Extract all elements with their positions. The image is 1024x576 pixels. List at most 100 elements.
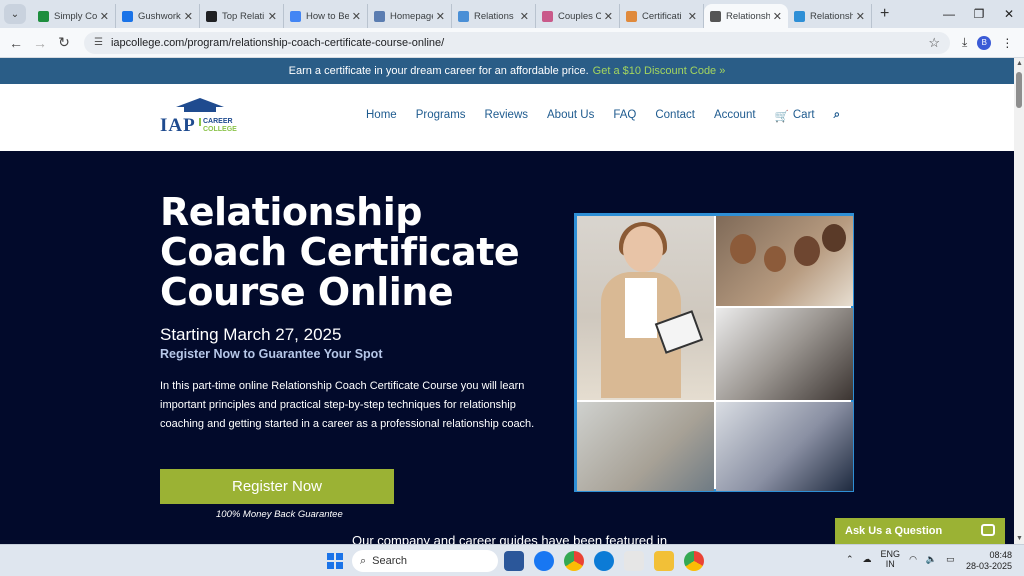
site-header: IAP CAREER COLLEGE Home Programs Reviews…: [0, 84, 1014, 151]
browser-tab[interactable]: Simply Co ✕: [32, 4, 116, 28]
nav-home[interactable]: Home: [366, 109, 397, 123]
new-tab-button[interactable]: +: [880, 5, 889, 23]
language-indicator[interactable]: ENG IN: [881, 549, 901, 569]
close-tab-icon[interactable]: ✕: [688, 10, 697, 23]
browser-tab[interactable]: Relationsh ✕: [704, 4, 788, 28]
close-window-button[interactable]: ✕: [994, 7, 1024, 21]
close-tab-icon[interactable]: ✕: [184, 10, 193, 23]
favicon-icon: [542, 10, 553, 22]
favicon-icon: [206, 10, 217, 22]
taskbar-search[interactable]: ⌕ Search: [352, 550, 498, 572]
nav-faq[interactable]: FAQ: [613, 109, 636, 123]
browser-tab[interactable]: Top Relati ✕: [200, 4, 284, 28]
minimize-button[interactable]: —: [934, 7, 964, 21]
nav-about-us[interactable]: About Us: [547, 109, 594, 123]
chevron-up-icon[interactable]: ⌃: [846, 554, 854, 565]
logo-line-1: CAREER: [199, 118, 233, 126]
favicon-icon: [290, 10, 301, 22]
system-tray: ⌃ ☁ ENG IN ◠ 🔈 ▭: [846, 549, 955, 569]
download-icon[interactable]: ⤓: [962, 35, 967, 50]
search-icon[interactable]: ⌕: [834, 109, 840, 123]
older-men-photo: [577, 402, 714, 491]
chat-bubble-icon: [981, 524, 995, 536]
site-info-icon[interactable]: ☰: [94, 37, 103, 48]
cart-icon[interactable]: 🛒: [775, 109, 789, 123]
chrome-icon[interactable]: [564, 551, 584, 571]
nav-programs[interactable]: Programs: [416, 109, 466, 123]
nav-reviews[interactable]: Reviews: [485, 109, 528, 123]
close-tab-icon[interactable]: ✕: [856, 10, 865, 23]
nav-cart[interactable]: Cart: [793, 109, 815, 123]
browser-tab[interactable]: Homepage ✕: [368, 4, 452, 28]
page-scrollbar[interactable]: ▲ ▼: [1014, 58, 1024, 544]
browser-tab[interactable]: Gushwork ✕: [116, 4, 200, 28]
battery-icon[interactable]: ▭: [946, 554, 955, 565]
taskbar-apps: [504, 551, 704, 571]
clock[interactable]: 08:48 28-03-2025: [966, 550, 1012, 572]
register-now-button[interactable]: Register Now: [160, 469, 394, 504]
wifi-icon[interactable]: ◠: [909, 554, 917, 565]
close-tab-icon[interactable]: ✕: [604, 10, 613, 23]
tab-title: Homepage: [390, 10, 433, 22]
browser-tab[interactable]: How to Be ✕: [284, 4, 368, 28]
back-button[interactable]: ←: [4, 35, 28, 51]
browser-tab[interactable]: Relations ✕: [452, 4, 536, 28]
tab-title: Gushwork: [138, 10, 181, 22]
bookmark-star-icon[interactable]: ☆: [928, 35, 940, 51]
tab-title: How to Be: [306, 10, 349, 22]
scrollbar-thumb[interactable]: [1016, 72, 1022, 108]
forward-button[interactable]: →: [28, 35, 52, 51]
favicon-icon: [374, 10, 385, 22]
restore-button[interactable]: ❐: [964, 7, 994, 21]
tab-title: Couples C: [558, 10, 601, 22]
browser-tab-strip: ⌄ Simply Co ✕ Gushwork ✕ Top Relati ✕ How to B…: [0, 0, 1024, 28]
tab-title: Top Relati: [222, 10, 265, 22]
close-tab-icon[interactable]: ✕: [436, 10, 445, 23]
chrome-profile-icon[interactable]: [684, 551, 704, 571]
address-bar: ← → ↻ ☰ iapcollege.com/program/relations…: [0, 28, 1024, 58]
url-text[interactable]: iapcollege.com/program/relationship-coac…: [111, 37, 928, 49]
browser-menu-icon[interactable]: ⋮: [1001, 36, 1013, 50]
iap-logo[interactable]: IAP CAREER COLLEGE: [160, 98, 240, 138]
file-explorer-icon[interactable]: [654, 551, 674, 571]
cloud-icon[interactable]: ☁: [863, 554, 872, 565]
favicon-icon: [794, 10, 805, 22]
logo-line-2: COLLEGE: [203, 126, 237, 133]
favicon-icon: [38, 10, 49, 22]
edge-icon[interactable]: [594, 551, 614, 571]
browser-tab[interactable]: Certificati ✕: [620, 4, 704, 28]
tab-title: Certificati: [642, 10, 682, 22]
ask-question-widget[interactable]: Ask Us a Question: [835, 518, 1005, 544]
coach-photo: [577, 216, 714, 400]
volume-icon[interactable]: 🔈: [926, 554, 937, 565]
tab-title: Relationsh: [810, 10, 853, 22]
nav-account[interactable]: Account: [714, 109, 756, 123]
logo-text: IAP: [160, 115, 196, 136]
counseling-session-photo: [716, 402, 853, 491]
tab-search-button[interactable]: ⌄: [4, 4, 26, 24]
reload-button[interactable]: ↻: [52, 34, 76, 51]
close-tab-icon[interactable]: ✕: [773, 10, 782, 23]
windows-start-button[interactable]: [327, 553, 343, 569]
close-tab-icon[interactable]: ✕: [520, 10, 529, 23]
slack-icon[interactable]: [624, 551, 644, 571]
clock-time: 08:48: [989, 550, 1012, 560]
discount-code-link[interactable]: Get a $10 Discount Code »: [593, 65, 726, 77]
close-tab-icon[interactable]: ✕: [268, 10, 277, 23]
taskbar-search-placeholder: Search: [372, 555, 408, 567]
hero-section: Relationship Coach Certificate Course On…: [0, 151, 1014, 544]
word-icon[interactable]: [504, 551, 524, 571]
ask-question-label: Ask Us a Question: [845, 525, 943, 537]
register-tagline: Register Now to Guarantee Your Spot: [160, 347, 383, 361]
browser-tab[interactable]: Relationsh ✕: [788, 4, 872, 28]
nav-contact[interactable]: Contact: [655, 109, 695, 123]
windows-taskbar: ⌕ Search ⌃ ☁ ENG IN ◠ 🔈 ▭ 08:48 28-03-202…: [0, 544, 1024, 576]
browser-tab[interactable]: Couples C ✕: [536, 4, 620, 28]
facebook-icon[interactable]: [534, 551, 554, 571]
tab-title: Relationsh: [726, 10, 770, 22]
close-tab-icon[interactable]: ✕: [100, 10, 109, 23]
family-photo: [716, 216, 853, 306]
omnibox[interactable]: ☰ iapcollege.com/program/relationship-co…: [84, 31, 950, 54]
profile-avatar[interactable]: B: [977, 35, 992, 50]
close-tab-icon[interactable]: ✕: [352, 10, 361, 23]
